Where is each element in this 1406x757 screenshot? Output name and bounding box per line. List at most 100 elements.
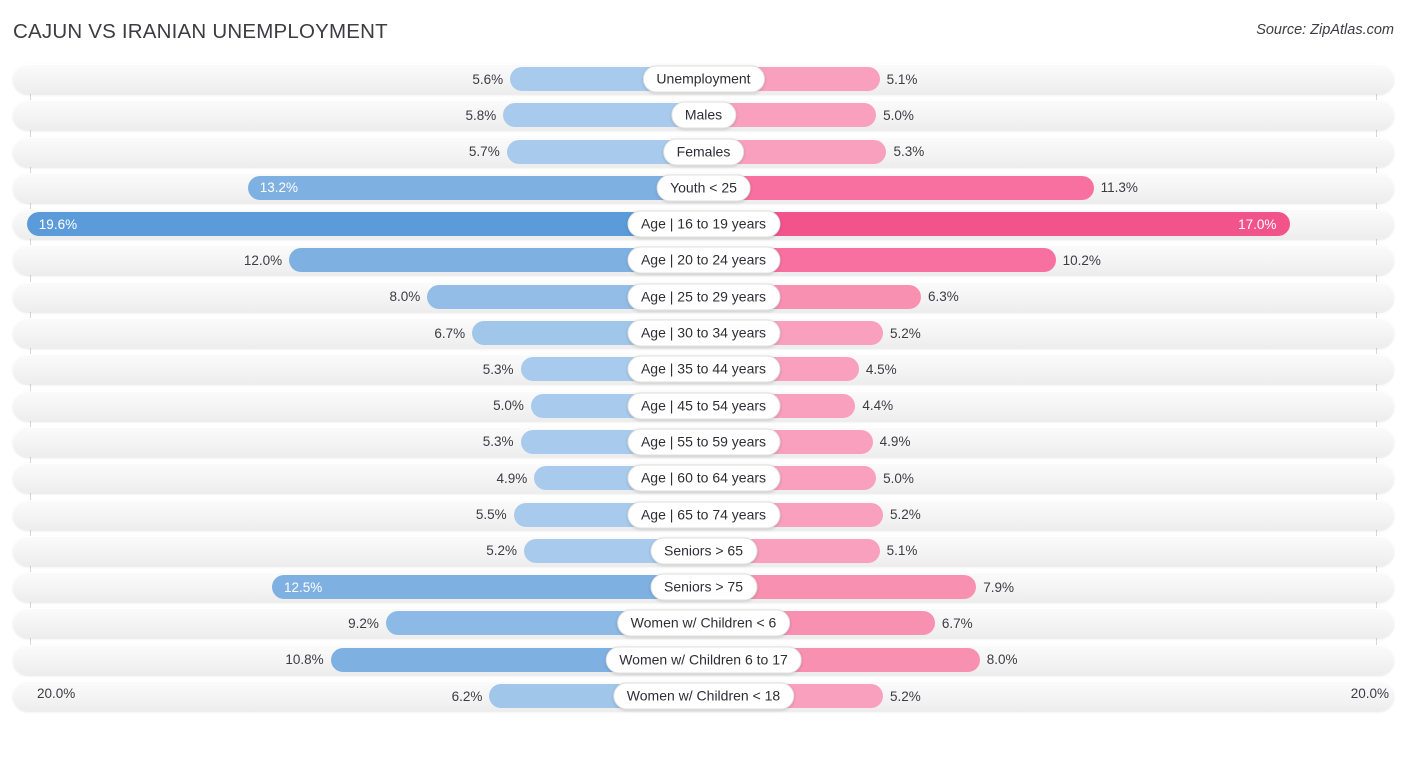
bar-value-iranian: 6.3% — [928, 289, 959, 305]
row-category-label: Unemployment — [642, 65, 765, 93]
source-note: Source: ZipAtlas.com — [1256, 22, 1394, 38]
row-category-label: Women w/ Children < 6 — [616, 609, 791, 637]
bar-value-iranian: 17.0% — [1238, 216, 1277, 232]
row-half-right: 5.2% — [703, 318, 1395, 348]
row-half-right: 6.7% — [703, 608, 1395, 638]
row-half-left: 5.8% — [13, 100, 704, 130]
bar-value-cajun: 6.7% — [434, 325, 466, 341]
row-half-left: 5.3% — [13, 354, 704, 384]
row-half-right: 8.0% — [703, 645, 1395, 675]
row-category-label: Females — [662, 138, 745, 166]
row-half-left: 4.9% — [13, 463, 704, 493]
row-half-right: 5.3% — [703, 137, 1395, 167]
row-half-left: 9.2% — [13, 608, 704, 638]
chart-row: 5.0% 4.4% Age | 45 to 54 years — [13, 390, 1395, 421]
bar-iranian[interactable] — [703, 175, 1094, 200]
row-half-right: 4.5% — [703, 354, 1395, 384]
row-half-right: 5.2% — [703, 500, 1395, 530]
chart-row: 10.8% 8.0% Women w/ Children 6 to 17 — [13, 644, 1395, 675]
row-category-label: Age | 45 to 54 years — [626, 392, 781, 420]
row-half-left: 8.0% — [13, 282, 704, 312]
chart-row: 6.7% 5.2% Age | 30 to 34 years — [13, 318, 1395, 349]
row-category-label: Age | 60 to 64 years — [626, 464, 781, 492]
row-category-label: Seniors > 75 — [650, 573, 757, 601]
chart-row: 4.9% 5.0% Age | 60 to 64 years — [13, 463, 1395, 494]
row-half-left: 5.2% — [13, 536, 704, 566]
row-half-left: 5.5% — [13, 500, 704, 530]
bar-value-cajun: 5.7% — [468, 144, 500, 160]
bar-value-iranian: 10.2% — [1062, 252, 1101, 268]
bar-value-iranian: 5.2% — [890, 507, 921, 523]
row-half-right: 17.0% — [703, 209, 1395, 239]
row-half-left: 5.3% — [13, 427, 704, 457]
chart-row: 12.0% 10.2% Age | 20 to 24 years — [13, 245, 1395, 276]
row-category-label: Age | 20 to 24 years — [626, 246, 781, 274]
bar-value-cajun: 5.8% — [465, 107, 497, 123]
row-category-label: Age | 55 to 59 years — [626, 428, 781, 456]
row-category-label: Age | 25 to 29 years — [626, 283, 781, 311]
row-half-left: 12.5% — [13, 572, 704, 602]
bar-value-iranian: 5.1% — [886, 71, 918, 87]
row-half-left: 6.7% — [13, 318, 704, 348]
row-half-left: 19.6% — [13, 209, 704, 239]
chart-plot-area: 5.6% 5.1% Unemployment 5.8% 5.0% Males 5.7% 5.3… — [13, 64, 1394, 717]
chart-row: 13.2% 11.3% Youth < 25 — [13, 172, 1394, 203]
chart-row: 5.3% 4.5% Age | 35 to 44 years — [13, 354, 1395, 385]
chart-row: 8.0% 6.3% Age | 25 to 29 years — [13, 281, 1395, 312]
row-category-label: Age | 16 to 19 years — [626, 210, 781, 238]
row-half-right: 5.1% — [703, 64, 1395, 94]
bar-value-iranian: 5.1% — [886, 543, 918, 559]
row-category-label: Age | 30 to 34 years — [626, 319, 781, 347]
row-category-label: Males — [670, 101, 737, 129]
bar-value-iranian: 5.3% — [893, 144, 925, 160]
bar-value-cajun: 9.2% — [348, 615, 379, 631]
row-half-right: 6.3% — [703, 282, 1395, 312]
bar-value-cajun: 5.2% — [486, 543, 517, 559]
bar-value-iranian: 5.0% — [883, 470, 914, 486]
row-category-label: Women w/ Children < 18 — [612, 682, 795, 710]
row-half-left: 5.6% — [13, 64, 704, 94]
bar-value-iranian: 5.2% — [890, 325, 921, 341]
bar-value-cajun: 4.9% — [496, 470, 528, 486]
chart-row: 5.3% 4.9% Age | 55 to 59 years — [13, 426, 1394, 457]
bar-value-cajun: 5.5% — [475, 507, 507, 523]
chart-row: 9.2% 6.7% Women w/ Children < 6 — [13, 608, 1395, 639]
row-half-left: 13.2% — [13, 173, 704, 203]
row-half-right: 7.9% — [703, 572, 1395, 602]
bar-value-cajun: 5.6% — [472, 71, 504, 87]
row-half-left: 10.8% — [13, 645, 704, 675]
row-category-label: Age | 65 to 74 years — [626, 501, 781, 529]
row-category-label: Women w/ Children 6 to 17 — [605, 646, 802, 674]
bar-value-iranian: 6.7% — [941, 615, 973, 631]
page-title: CAJUN VS IRANIAN UNEMPLOYMENT — [13, 20, 388, 43]
bar-value-iranian: 4.4% — [862, 398, 894, 414]
row-half-right: 5.0% — [703, 100, 1395, 130]
row-category-label: Youth < 25 — [656, 174, 751, 202]
bar-value-cajun: 19.6% — [38, 216, 78, 232]
row-half-right: 5.0% — [703, 463, 1395, 493]
bar-value-iranian: 4.9% — [879, 434, 911, 450]
chart-row: 5.6% 5.1% Unemployment — [13, 64, 1394, 94]
chart-page: CAJUN VS IRANIAN UNEMPLOYMENT Source: Zi… — [0, 0, 1406, 757]
bar-value-cajun: 10.8% — [285, 652, 324, 668]
bar-value-cajun: 13.2% — [259, 180, 299, 196]
row-category-label: Seniors > 65 — [650, 537, 757, 565]
row-half-left: 12.0% — [13, 245, 704, 275]
chart-row: 5.2% 5.1% Seniors > 65 — [13, 535, 1394, 566]
row-half-right: 4.4% — [703, 391, 1395, 421]
bar-value-cajun: 5.0% — [493, 398, 524, 414]
chart-row: 5.5% 5.2% Age | 65 to 74 years — [13, 499, 1395, 530]
bar-value-iranian: 7.9% — [983, 579, 1015, 595]
bar-value-iranian: 4.5% — [865, 361, 897, 377]
bar-value-iranian: 8.0% — [986, 652, 1018, 668]
row-category-label: Age | 35 to 44 years — [626, 355, 781, 383]
bar-value-cajun: 5.3% — [482, 361, 514, 377]
bar-value-iranian: 5.0% — [883, 107, 914, 123]
chart-row: 5.8% 5.0% Males — [13, 100, 1395, 131]
chart-row: 5.7% 5.3% Females — [13, 136, 1395, 167]
chart-row: 19.6% 17.0% Age | 16 to 19 years — [13, 209, 1395, 240]
row-half-left: 5.7% — [13, 137, 704, 167]
row-half-left: 5.0% — [13, 391, 704, 421]
bar-value-cajun: 5.3% — [482, 434, 514, 450]
row-half-right: 10.2% — [703, 245, 1395, 275]
